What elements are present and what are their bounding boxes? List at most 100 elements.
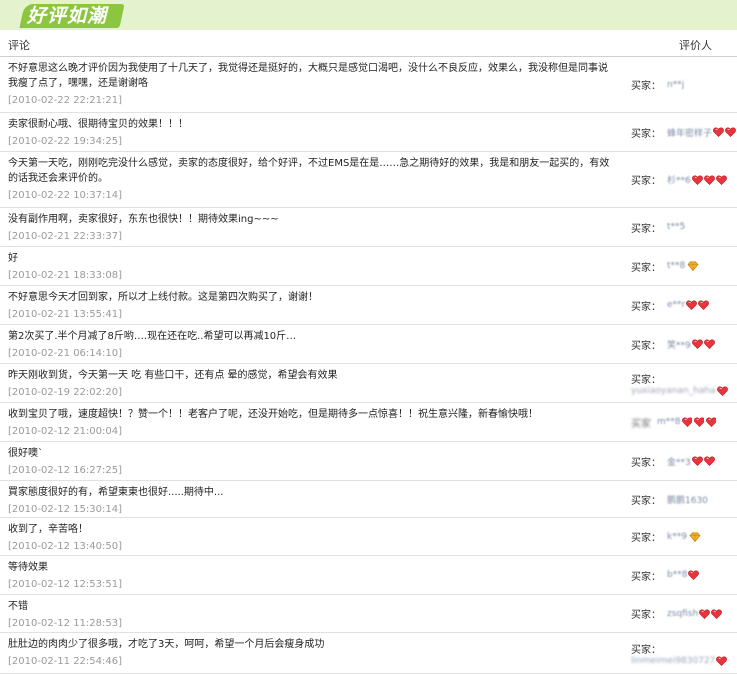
buyer-name-link[interactable]: n**j — [667, 80, 684, 90]
review-date: [2010-02-22 19:34:25] — [8, 136, 123, 147]
review-content: 不好意思今天才回到家，所以才上线付款。这是第四次购买了，谢谢！ [2010-02-… — [8, 290, 614, 322]
banner: 好评如潮 — [0, 0, 737, 31]
credit-heart-icon — [698, 300, 710, 311]
review-text: 不错 — [8, 601, 28, 612]
rater-info: 买家 m**8 — [631, 407, 737, 437]
credit-heart-icon — [703, 456, 715, 467]
review-row: 收到宝贝了哦，速度超快！？赞一个！！老客户了呢，还没开始吃，但是期待多一点惊喜！… — [0, 403, 737, 442]
buyer-name-link[interactable]: linmeimei9830727 — [631, 656, 715, 666]
buyer-label: 买家： — [631, 571, 661, 583]
review-date: [2010-02-12 15:30:14] — [8, 504, 123, 515]
rater-info: 买家： e**r — [631, 290, 737, 320]
banner-title: 好评如潮 — [27, 5, 108, 27]
buyer-label: 买家： — [631, 340, 661, 352]
review-content: 卖家很耐心哦、很期待宝贝的效果！！！ [2010-02-22 19:34:25] — [8, 117, 614, 149]
buyer-name-link[interactable]: b**8 — [667, 570, 687, 580]
review-row: 今天第一天吃，刚刚吃完没什么感觉，卖家的态度很好，给个好评，不过EMS是在是……… — [0, 152, 737, 208]
buyer-name-link[interactable]: zsqfish — [667, 609, 698, 619]
review-date: [2010-02-12 16:27:25] — [8, 465, 123, 476]
review-content: 等待效果 [2010-02-12 12:53:51] — [8, 560, 614, 592]
review-text: 卖家很耐心哦、很期待宝贝的效果！！！ — [8, 119, 188, 130]
buyer-name-link[interactable]: 金**3 — [667, 455, 691, 468]
review-row: 買家態度很好的有，希望東東也很好.....期待中... [2010-02-12 1… — [0, 481, 737, 518]
credit-heart-icon — [691, 174, 703, 185]
review-content: 收到宝贝了哦，速度超快！？赞一个！！老客户了呢，还没开始吃，但是期待多一点惊喜！… — [8, 407, 614, 439]
buyer-name-link[interactable]: e**r — [667, 300, 685, 310]
rater-info: 买家： 笑**9 — [631, 329, 737, 359]
buyer-name-link[interactable]: 蜂年密样子 — [667, 126, 712, 139]
credit-heart-icon — [725, 127, 736, 138]
review-row: 很好噢` [2010-02-12 16:27:25] 买家： 金**3 — [0, 442, 737, 481]
rater-info: 买家： zsqfish — [631, 599, 737, 629]
review-content: 不错 [2010-02-12 11:28:53] — [8, 599, 614, 631]
rater-info: 买家： t**8 — [631, 251, 737, 281]
buyer-name-link[interactable]: 杉**6 — [667, 173, 691, 186]
review-row: 不好意思今天才回到家，所以才上线付款。这是第四次购买了，谢谢！ [2010-02-… — [0, 286, 737, 325]
review-text: 等待效果 — [8, 562, 48, 573]
review-date: [2010-02-12 13:40:50] — [8, 541, 123, 552]
buyer-name-link[interactable]: yuxiaoyanan_haha — [631, 386, 716, 396]
buyer-label: 买家： — [631, 81, 661, 92]
credit-heart-icon — [699, 608, 711, 619]
review-text: 今天第一天吃，刚刚吃完没什么感觉，卖家的态度很好，给个好评，不过EMS是在是……… — [8, 158, 610, 184]
credit-heart-icon — [691, 339, 703, 350]
buyer-name-link[interactable]: t**5 — [667, 222, 685, 232]
credit-heart-icon — [681, 417, 693, 428]
review-content: 好 [2010-02-21 18:33:08] — [8, 251, 614, 283]
review-date: [2010-02-11 22:54:46] — [8, 656, 123, 667]
credit-heart-icon — [703, 339, 715, 350]
review-date: [2010-02-12 21:00:04] — [8, 426, 123, 437]
review-row: 没有副作用啊，卖家很好，东东也很快！！期待效果ing~~~ [2010-02-21… — [0, 208, 737, 247]
rater-info: 买家： k**9 — [631, 522, 737, 552]
credit-heart-icon — [711, 608, 723, 619]
buyer-label: 买家： — [631, 644, 661, 656]
rater-info: 买家： yuxiaoyanan_haha — [631, 368, 737, 398]
rater-info: 买家： 蜂年密样子 — [631, 117, 737, 147]
header-rater: 评价人 — [679, 39, 712, 52]
buyer-name-link[interactable]: k**9 — [667, 532, 687, 542]
review-content: 昨天刚收到货，今天第一天 吃 有些口干，还有点 晕的感觉，希望会有效果 [2010… — [8, 368, 614, 400]
rater-info: 买家： 杉**6 — [631, 165, 737, 195]
review-content: 買家態度很好的有，希望東東也很好.....期待中... [2010-02-12 1… — [8, 485, 614, 517]
review-text: 買家態度很好的有，希望東東也很好.....期待中... — [8, 487, 224, 498]
rater-info: 买家： 鹏鹏1630 — [631, 484, 737, 514]
buyer-label: 买家： — [631, 533, 661, 544]
review-text: 好 — [8, 253, 18, 264]
review-date: [2010-02-21 06:14:10] — [8, 348, 123, 359]
review-row: 卖家很耐心哦、很期待宝贝的效果！！！ [2010-02-22 19:34:25] 买… — [0, 113, 737, 152]
rater-info: 买家： n**j — [631, 70, 737, 100]
review-content: 收到了，辛苦咯！ [2010-02-12 13:40:50] — [8, 522, 614, 554]
review-row: 肚肚边的肉肉少了很多哦，才吃了3天，呵呵，希望一个月后会瘦身成功 [2010-02… — [0, 633, 737, 674]
review-text: 收到宝贝了哦，速度超快！？赞一个！！老客户了呢，还没开始吃，但是期待多一点惊喜！… — [8, 409, 538, 420]
review-text: 很好噢` — [8, 448, 43, 459]
credit-heart-icon — [703, 174, 715, 185]
review-text: 肚肚边的肉肉少了很多哦，才吃了3天，呵呵，希望一个月后会瘦身成功 — [8, 639, 325, 650]
credit-heart-icon — [713, 127, 724, 138]
buyer-name-link[interactable]: 笑**9 — [667, 338, 691, 351]
credit-diamond-icon — [687, 261, 699, 272]
review-date: [2010-02-22 10:37:14] — [8, 190, 123, 201]
buyer-label: 买家： — [631, 128, 661, 140]
credit-heart-icon — [693, 417, 705, 428]
review-date: [2010-02-12 12:53:51] — [8, 579, 123, 590]
review-content: 今天第一天吃，刚刚吃完没什么感觉，卖家的态度很好，给个好评，不过EMS是在是……… — [8, 156, 614, 203]
review-text: 不好意思这么晚才评价因为我使用了十几天了，我觉得还是挺好的，大概只是感觉口渴吧，… — [8, 63, 608, 89]
buyer-label: 买家： — [631, 176, 661, 187]
rater-info: 买家： b**8 — [631, 560, 737, 590]
review-text: 没有副作用啊，卖家很好，东东也很快！！期待效果ing~~~ — [8, 214, 279, 225]
review-text: 收到了，辛苦咯！ — [8, 524, 88, 535]
credit-heart-icon — [705, 417, 717, 428]
review-date: [2010-02-12 11:28:53] — [8, 618, 123, 629]
review-list: 不好意思这么晚才评价因为我使用了十几天了，我觉得还是挺好的，大概只是感觉口渴吧，… — [0, 57, 737, 674]
review-row: 好 [2010-02-21 18:33:08] 买家： t**8 — [0, 247, 737, 286]
review-row: 不好意思这么晚才评价因为我使用了十几天了，我觉得还是挺好的，大概只是感觉口渴吧，… — [0, 57, 737, 113]
review-text: 第2次买了.半个月减了8斤哟….现在还在吃..希望可以再减10斤… — [8, 331, 297, 342]
buyer-name-link[interactable]: m**8 — [657, 417, 681, 427]
review-content: 不好意思这么晚才评价因为我使用了十几天了，我觉得还是挺好的，大概只是感觉口渴吧，… — [8, 61, 614, 108]
credit-heart-icon — [716, 385, 728, 396]
buyer-name-link[interactable]: 鹏鹏1630 — [667, 493, 708, 506]
buyer-name-link[interactable]: t**8 — [667, 261, 685, 271]
review-date: [2010-02-21 22:33:37] — [8, 231, 123, 242]
buyer-label: 买家： — [631, 457, 661, 469]
review-row: 不错 [2010-02-12 11:28:53] 买家： zsqfish — [0, 595, 737, 633]
